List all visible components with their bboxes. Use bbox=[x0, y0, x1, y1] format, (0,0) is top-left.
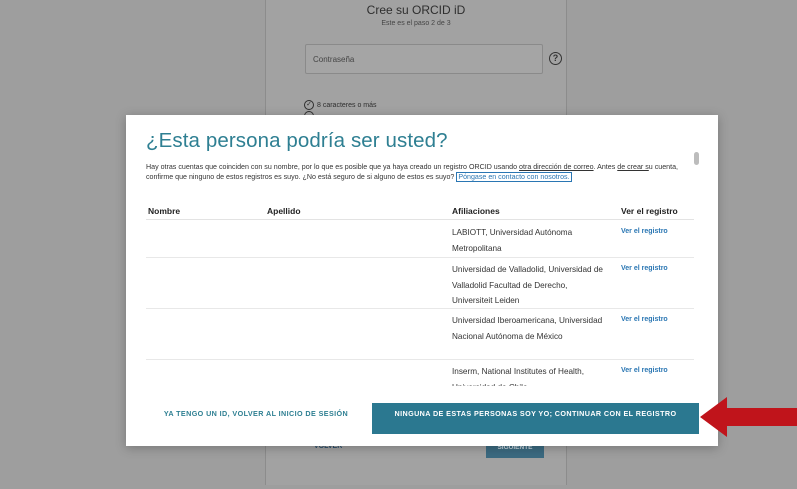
dialog-title: ¿Esta persona podría ser usted? bbox=[146, 129, 448, 152]
intro-text-1: Hay otras cuentas que coinciden con su n… bbox=[146, 163, 520, 171]
row-affiliations: Universidad Iberoamericana, Universidad … bbox=[452, 316, 603, 341]
dialog-intro: Hay otras cuentas que coinciden con su n… bbox=[146, 162, 696, 183]
view-record-link[interactable]: Ver el registro bbox=[621, 228, 668, 235]
view-record-link[interactable]: Ver el registro bbox=[621, 316, 668, 323]
view-record-link[interactable]: Ver el registro bbox=[621, 367, 668, 374]
column-affiliations: Afiliaciones bbox=[452, 206, 500, 216]
password-requirement: ✓ 8 caracteres o más bbox=[304, 100, 377, 110]
column-view-record: Ver el registro bbox=[621, 206, 678, 216]
row-affiliations: LABIOTT, Universidad Autónoma Metropolit… bbox=[452, 228, 573, 253]
column-first-name: Nombre bbox=[148, 206, 181, 216]
intro-text-2: . Antes bbox=[593, 163, 618, 171]
matches-table[interactable]: Nombre Apellido Afiliaciones Ver el regi… bbox=[146, 203, 694, 386]
table-header: Nombre Apellido Afiliaciones Ver el regi… bbox=[146, 203, 694, 220]
table-row: Universidad Iberoamericana, Universidad … bbox=[146, 309, 694, 360]
contact-us-link[interactable]: Póngase en contacto con nosotros. bbox=[456, 172, 572, 183]
question-circle-icon[interactable]: ? bbox=[549, 52, 562, 65]
duplicate-check-dialog: ¿Esta persona podría ser usted? Hay otra… bbox=[126, 115, 718, 446]
table-row: Universidad de Valladolid, Universidad d… bbox=[146, 258, 694, 309]
intro-underlined-1: otra dirección de correo bbox=[519, 163, 594, 171]
password-requirement-label: 8 caracteres o más bbox=[317, 101, 377, 109]
intro-underlined-2: de crear s bbox=[617, 163, 649, 171]
check-circle-icon: ✓ bbox=[304, 100, 314, 110]
back-to-signin-button[interactable]: YA TENGO UN ID, VOLVER AL INICIO DE SESI… bbox=[146, 405, 366, 435]
column-last-name: Apellido bbox=[267, 206, 301, 216]
red-arrow-annotation-icon bbox=[700, 397, 797, 437]
dialog-scrollbar[interactable] bbox=[694, 152, 699, 165]
view-record-link[interactable]: Ver el registro bbox=[621, 265, 668, 272]
continue-registration-button[interactable]: NINGUNA DE ESTAS PERSONAS SOY YO; CONTIN… bbox=[372, 403, 699, 434]
password-input[interactable]: Contraseña bbox=[305, 44, 543, 74]
table-row: Inserm, National Institutes of Health, U… bbox=[146, 360, 694, 386]
registration-step: Este es el paso 2 de 3 bbox=[381, 20, 451, 27]
table-row: LABIOTT, Universidad Autónoma Metropolit… bbox=[146, 221, 694, 258]
row-affiliations: Universidad de Valladolid, Universidad d… bbox=[452, 265, 603, 306]
registration-title: Cree su ORCID iD bbox=[366, 3, 466, 17]
row-affiliations: Inserm, National Institutes of Health, U… bbox=[452, 367, 584, 386]
